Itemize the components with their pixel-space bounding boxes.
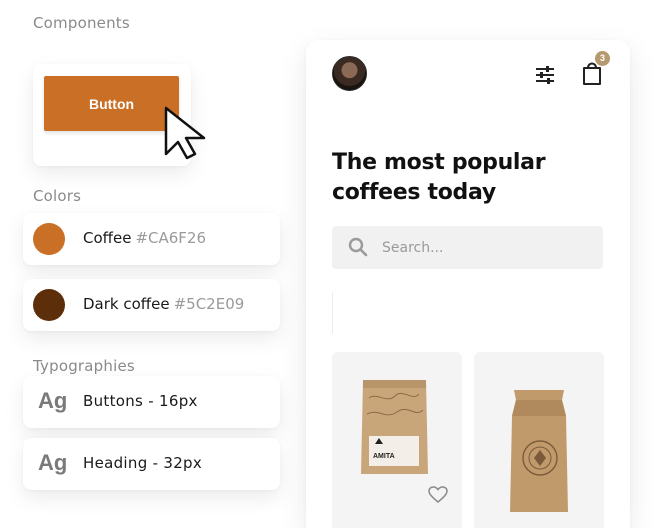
search-input[interactable] [382, 237, 592, 259]
color-row-dark-coffee: Dark coffee #5C2E09 [23, 279, 280, 331]
color-swatch-dark-coffee [33, 289, 65, 321]
components-heading: Components [33, 14, 130, 32]
avatar[interactable] [332, 56, 367, 91]
page-title: The most popular coffees today [332, 148, 592, 208]
type-label: Buttons - 16px [83, 392, 198, 410]
typography-row-buttons: Ag Buttons - 16px [23, 376, 280, 428]
demo-button[interactable]: Button [44, 76, 179, 131]
coffee-bag-image: AMITA [361, 380, 428, 474]
color-name: Dark coffee [83, 295, 170, 313]
product-card[interactable] [474, 352, 604, 528]
type-label: Heading - 32px [83, 454, 203, 472]
color-label: Coffee #CA6F26 [83, 229, 206, 247]
product-card[interactable]: AMITA [332, 352, 462, 528]
bag-brand-label: AMITA [373, 453, 395, 460]
typographies-heading: Typographies [33, 357, 135, 375]
type-sample: Ag [38, 450, 68, 475]
pointer-cursor-icon [164, 106, 206, 160]
heart-icon[interactable] [428, 486, 448, 504]
coffee-bag-image [510, 390, 568, 512]
colors-heading: Colors [33, 187, 82, 205]
color-row-coffee: Coffee #CA6F26 [23, 213, 280, 265]
cart-count-badge: 3 [595, 51, 610, 66]
sliders-icon[interactable] [534, 65, 556, 85]
color-name: Coffee [83, 229, 132, 247]
title-line: The most popular [332, 150, 546, 175]
type-sample: Ag [38, 388, 68, 413]
color-hex: #CA6F26 [135, 229, 207, 247]
title-line: coffees today [332, 180, 496, 205]
color-hex: #5C2E09 [173, 295, 245, 313]
color-label: Dark coffee #5C2E09 [83, 295, 244, 313]
color-swatch-coffee [33, 223, 65, 255]
typography-row-heading: Ag Heading - 32px [23, 438, 280, 490]
divider [332, 292, 333, 334]
search-icon [348, 237, 368, 257]
app-screen: 3 The most popular coffees today AMITA [306, 40, 630, 528]
